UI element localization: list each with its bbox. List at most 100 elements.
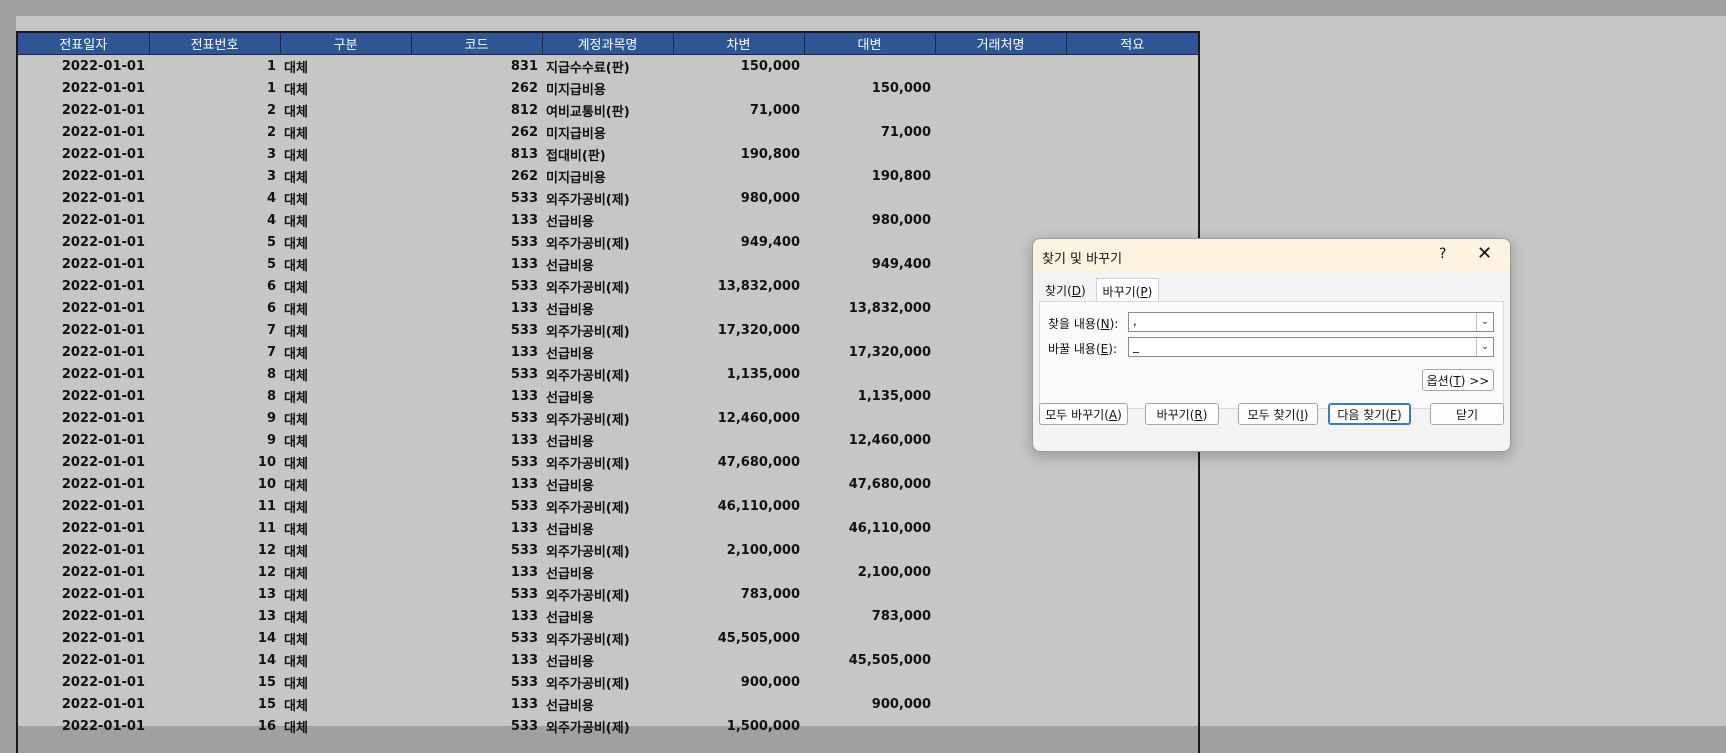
table-cell[interactable]: 8: [149, 385, 280, 407]
table-cell[interactable]: [1066, 143, 1198, 165]
table-cell[interactable]: 150,000: [673, 55, 804, 78]
table-cell[interactable]: 133: [411, 385, 542, 407]
table-cell[interactable]: 533: [411, 407, 542, 429]
table-cell[interactable]: 대체: [280, 407, 411, 429]
table-cell[interactable]: 외주가공비(제): [542, 275, 673, 297]
table-cell[interactable]: [804, 451, 935, 473]
table-cell[interactable]: 533: [411, 539, 542, 561]
table-cell[interactable]: [673, 517, 804, 539]
table-cell[interactable]: 외주가공비(제): [542, 539, 673, 561]
table-cell[interactable]: 11: [149, 495, 280, 517]
table-cell[interactable]: 7: [149, 319, 280, 341]
table-cell[interactable]: 외주가공비(제): [542, 231, 673, 253]
table-cell[interactable]: 12,460,000: [804, 429, 935, 451]
table-cell[interactable]: [935, 671, 1066, 693]
table-cell[interactable]: [935, 473, 1066, 495]
table-cell[interactable]: 대체: [280, 55, 411, 78]
table-cell[interactable]: 133: [411, 253, 542, 275]
table-cell[interactable]: 외주가공비(제): [542, 451, 673, 473]
table-cell[interactable]: 13,832,000: [804, 297, 935, 319]
table-cell[interactable]: 6: [149, 275, 280, 297]
table-cell[interactable]: 선급비용: [542, 429, 673, 451]
table-cell[interactable]: [1066, 627, 1198, 649]
table-cell[interactable]: 2022-01-01: [18, 539, 149, 561]
table-cell[interactable]: 14: [149, 627, 280, 649]
table-cell[interactable]: 17,320,000: [804, 341, 935, 363]
table-cell[interactable]: 133: [411, 429, 542, 451]
table-cell[interactable]: [1066, 693, 1198, 715]
table-cell[interactable]: 대체: [280, 451, 411, 473]
table-cell[interactable]: [804, 99, 935, 121]
table-cell[interactable]: 대체: [280, 495, 411, 517]
table-cell[interactable]: [673, 693, 804, 715]
table-cell[interactable]: [1066, 99, 1198, 121]
table-cell[interactable]: 대체: [280, 165, 411, 187]
table-cell[interactable]: 16: [149, 715, 280, 737]
table-cell[interactable]: 대체: [280, 539, 411, 561]
table-cell[interactable]: [673, 165, 804, 187]
table-cell[interactable]: 지급수수료(판): [542, 55, 673, 78]
table-cell[interactable]: [935, 583, 1066, 605]
table-cell[interactable]: 2022-01-01: [18, 253, 149, 275]
table-cell[interactable]: 533: [411, 451, 542, 473]
table-cell[interactable]: [673, 429, 804, 451]
table-cell[interactable]: [1066, 517, 1198, 539]
table-cell[interactable]: [804, 143, 935, 165]
table-cell[interactable]: 15: [149, 671, 280, 693]
table-cell[interactable]: 5: [149, 253, 280, 275]
table-cell[interactable]: 533: [411, 627, 542, 649]
table-cell[interactable]: 133: [411, 297, 542, 319]
column-header[interactable]: 구분: [280, 33, 412, 55]
table-cell[interactable]: [1066, 121, 1198, 143]
table-cell[interactable]: 783,000: [804, 605, 935, 627]
table-cell[interactable]: [935, 55, 1066, 78]
table-cell[interactable]: [935, 451, 1066, 473]
table-cell[interactable]: 783,000: [673, 583, 804, 605]
table-cell[interactable]: 외주가공비(제): [542, 187, 673, 209]
table-cell[interactable]: 대체: [280, 99, 411, 121]
table-cell[interactable]: 대체: [280, 583, 411, 605]
table-cell[interactable]: 812: [411, 99, 542, 121]
table-cell[interactable]: 8: [149, 363, 280, 385]
table-cell[interactable]: 3: [149, 143, 280, 165]
table-cell[interactable]: [673, 385, 804, 407]
table-cell[interactable]: 813: [411, 143, 542, 165]
table-cell[interactable]: 9: [149, 407, 280, 429]
table-cell[interactable]: 9: [149, 429, 280, 451]
table-cell[interactable]: 접대비(판): [542, 143, 673, 165]
column-header[interactable]: 적요: [1066, 33, 1198, 55]
table-cell[interactable]: 대체: [280, 363, 411, 385]
table-cell[interactable]: 12,460,000: [673, 407, 804, 429]
table-cell[interactable]: [804, 715, 935, 737]
table-cell[interactable]: 533: [411, 715, 542, 737]
table-cell[interactable]: 2022-01-01: [18, 649, 149, 671]
find-all-button[interactable]: 모두 찾기(I): [1238, 403, 1318, 425]
table-cell[interactable]: [1066, 671, 1198, 693]
table-cell[interactable]: [935, 539, 1066, 561]
table-cell[interactable]: 2022-01-01: [18, 275, 149, 297]
table-cell[interactable]: 533: [411, 671, 542, 693]
table-cell[interactable]: 외주가공비(제): [542, 407, 673, 429]
table-cell[interactable]: [804, 363, 935, 385]
table-cell[interactable]: [804, 187, 935, 209]
table-cell[interactable]: 대체: [280, 143, 411, 165]
table-cell[interactable]: [1066, 561, 1198, 583]
table-cell[interactable]: 13: [149, 605, 280, 627]
table-cell[interactable]: 외주가공비(제): [542, 319, 673, 341]
table-cell[interactable]: 여비교통비(판): [542, 99, 673, 121]
column-header[interactable]: 계정과목명: [542, 33, 674, 55]
table-cell[interactable]: 2022-01-01: [18, 583, 149, 605]
table-cell[interactable]: 2022-01-01: [18, 517, 149, 539]
table-cell[interactable]: 133: [411, 341, 542, 363]
column-header[interactable]: 거래처명: [935, 33, 1067, 55]
table-cell[interactable]: [673, 121, 804, 143]
table-cell[interactable]: [1066, 495, 1198, 517]
table-cell[interactable]: 133: [411, 693, 542, 715]
table-cell[interactable]: 15: [149, 693, 280, 715]
table-cell[interactable]: 6: [149, 297, 280, 319]
table-cell[interactable]: [935, 165, 1066, 187]
table-cell[interactable]: 2022-01-01: [18, 429, 149, 451]
table-cell[interactable]: 949,400: [804, 253, 935, 275]
table-cell[interactable]: 831: [411, 55, 542, 78]
table-cell[interactable]: 대체: [280, 671, 411, 693]
